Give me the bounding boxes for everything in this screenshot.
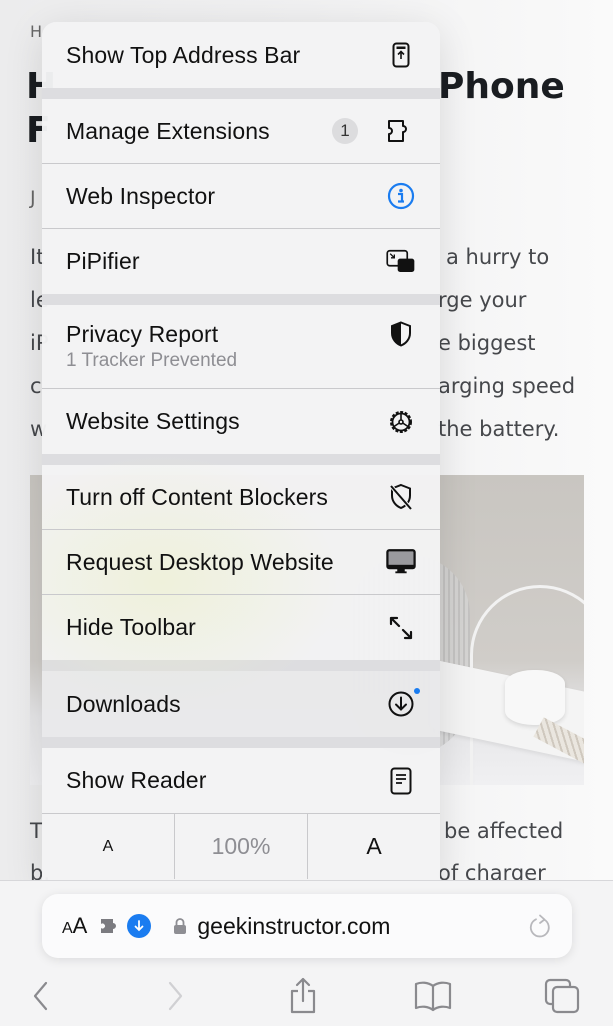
decrease-text-size-label: A — [102, 837, 114, 855]
menu-item-label: Web Inspector — [66, 182, 216, 209]
paragraph-text: a hurry to — [446, 245, 550, 269]
forward-button[interactable] — [164, 980, 186, 1012]
puzzle-piece-icon — [386, 116, 416, 146]
menu-item-label: Manage Extensions — [66, 117, 270, 144]
paragraph-text: of charger — [438, 861, 546, 880]
paragraph-fragment: c — [30, 374, 42, 398]
paragraph-fragment: T — [30, 819, 43, 843]
paragraph-text: e biggest — [438, 331, 536, 355]
address-bar[interactable]: A A geekinstructor.com — [42, 894, 572, 958]
menu-item-label: Show Top Address Bar — [66, 41, 301, 68]
shield-slash-icon — [386, 482, 416, 512]
menu-section-separator — [42, 294, 440, 305]
increase-text-size-button[interactable]: A — [308, 814, 440, 879]
extensions-count-badge: 1 — [332, 118, 358, 144]
menu-item-label: Request Desktop Website — [66, 548, 334, 575]
downloads-notification-dot — [414, 688, 420, 694]
aa-small-glyph: A — [62, 920, 73, 937]
half-shield-icon — [386, 319, 416, 349]
menu-section-separator — [42, 737, 440, 748]
aa-large-glyph: A — [72, 913, 88, 938]
page-settings-menu: Show Top Address Bar Manage Extensions 1… — [42, 22, 440, 884]
menu-item-downloads[interactable]: Downloads — [42, 671, 440, 737]
navigation-bar — [0, 976, 613, 1016]
desktop-computer-icon — [386, 547, 416, 577]
share-icon[interactable] — [287, 977, 319, 1015]
extension-puzzle-icon[interactable] — [99, 916, 125, 936]
menu-item-show-top-address-bar[interactable]: Show Top Address Bar — [42, 22, 440, 88]
paragraph-text: rge your — [438, 288, 527, 312]
info-circle-icon — [386, 181, 416, 211]
back-button[interactable] — [30, 980, 52, 1012]
menu-section-separator — [42, 88, 440, 99]
menu-item-hide-toolbar[interactable]: Hide Toolbar — [42, 595, 440, 660]
menu-item-pipifier[interactable]: PiPifier — [42, 229, 440, 294]
page-title: Phone — [438, 66, 565, 107]
menu-item-web-inspector[interactable]: Web Inspector — [42, 164, 440, 229]
picture-in-picture-icon — [386, 247, 416, 277]
menu-item-request-desktop-website[interactable]: Request Desktop Website — [42, 530, 440, 595]
download-progress-icon[interactable] — [127, 914, 152, 938]
menu-item-label: Website Settings — [66, 408, 240, 434]
address-bar-extension-icons — [99, 914, 152, 938]
paragraph-text: arging speed — [438, 374, 576, 398]
menu-section-separator — [42, 660, 440, 671]
url-text: geekinstructor.com — [197, 912, 391, 939]
reader-document-icon — [386, 766, 416, 796]
trackers-prevented-text: 1 Tracker Prevented — [66, 350, 238, 371]
page-author-fragment: J — [30, 187, 36, 209]
increase-text-size-label: A — [366, 833, 382, 859]
safari-bottom-toolbar: A A geekinstructor.com — [0, 880, 613, 1026]
menu-item-label: Privacy Report — [66, 321, 219, 347]
download-circle-icon — [386, 688, 420, 719]
gear-icon — [386, 407, 416, 437]
top-address-bar-icon — [386, 40, 416, 70]
reload-icon[interactable] — [528, 913, 552, 939]
decrease-text-size-button[interactable]: A — [42, 814, 175, 879]
menu-item-label: Hide Toolbar — [66, 614, 196, 640]
page-menu-button[interactable]: A A — [62, 913, 87, 939]
menu-item-label: Downloads — [66, 690, 181, 717]
menu-item-turn-off-content-blockers[interactable]: Turn off Content Blockers — [42, 465, 440, 530]
menu-item-website-settings[interactable]: Website Settings — [42, 389, 440, 454]
menu-item-label: PiPifier — [66, 248, 140, 274]
lock-icon — [173, 917, 187, 935]
menu-item-show-reader[interactable]: Show Reader — [42, 748, 440, 813]
page-breadcrumb-fragment: H — [30, 22, 43, 41]
menu-section-separator — [42, 454, 440, 465]
paragraph-text: be affected — [444, 819, 564, 843]
menu-item-privacy-report[interactable]: Privacy Report 1 Tracker Prevented — [42, 305, 440, 389]
bookmarks-icon[interactable] — [414, 980, 452, 1012]
text-zoom-controls: A 100% A — [42, 813, 440, 879]
expand-arrows-icon — [386, 613, 416, 643]
paragraph-text: the battery. — [438, 417, 560, 441]
reset-zoom-button[interactable]: 100% — [175, 814, 308, 879]
tabs-icon[interactable] — [544, 978, 580, 1014]
menu-item-label: Turn off Content Blockers — [66, 483, 329, 510]
menu-item-label: Show Reader — [66, 767, 207, 793]
menu-item-manage-extensions[interactable]: Manage Extensions 1 — [42, 99, 440, 164]
zoom-level-text: 100% — [211, 833, 271, 859]
